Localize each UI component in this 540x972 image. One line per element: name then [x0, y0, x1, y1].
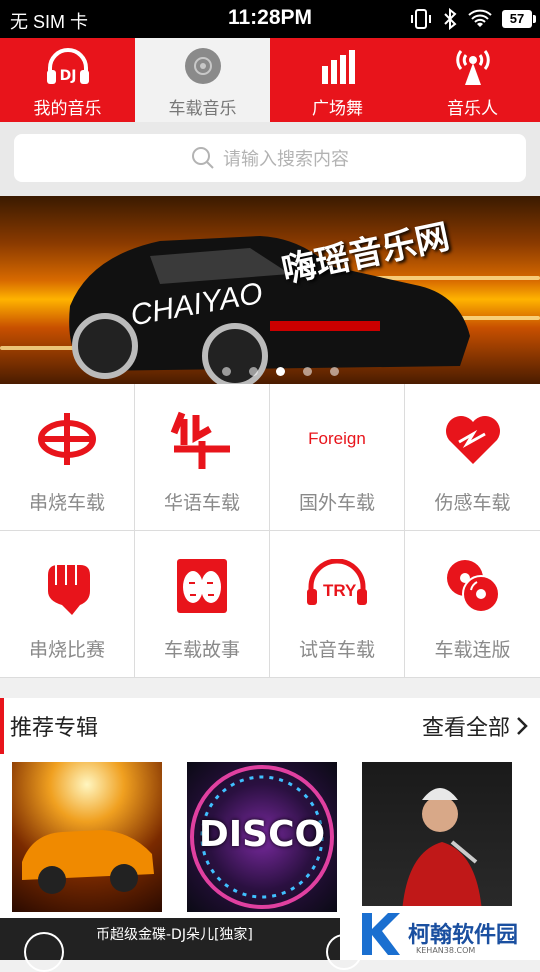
svg-text:DJ: DJ — [59, 68, 76, 84]
status-icons: 57 — [410, 6, 536, 32]
try-text: TRY — [323, 581, 357, 600]
category-grid: 串烧车载 华语车载 Foreign 国外车载 伤感车载 串烧比赛 车载故事 TR… — [0, 384, 540, 678]
tab-square-dance[interactable]: 广场舞 — [270, 38, 405, 122]
search-icon — [192, 147, 214, 169]
category-chinese[interactable]: 华语车载 — [135, 384, 270, 531]
disco-text: DISCO — [198, 814, 326, 855]
discs-icon — [428, 551, 518, 621]
carousel-dot[interactable] — [329, 367, 339, 376]
carousel-dot[interactable] — [302, 367, 312, 376]
search-area: 请输入搜索内容 — [0, 122, 540, 196]
category-contest[interactable]: 串烧比赛 — [0, 531, 135, 678]
tab-car-music[interactable]: 车载音乐 — [135, 38, 270, 122]
category-label: 车载连版 — [434, 639, 511, 661]
chinese-char-icon — [157, 404, 247, 474]
category-medley[interactable]: 串烧车载 — [0, 384, 135, 531]
fist-icon — [22, 551, 112, 621]
orange-car-image — [22, 830, 154, 894]
album-cover-car[interactable] — [12, 762, 162, 912]
medley-icon — [22, 404, 112, 474]
try-headphones-icon: TRY — [292, 551, 382, 621]
tab-label: 广场舞 — [312, 99, 363, 119]
wifi-icon — [468, 9, 492, 27]
watermark-subtext: KEHAN38.COM — [416, 946, 476, 955]
carousel-dot-active[interactable] — [275, 367, 285, 376]
category-label: 串烧车载 — [28, 492, 105, 514]
carousel-dot[interactable] — [221, 367, 231, 376]
play-button[interactable] — [326, 934, 362, 970]
mini-player[interactable]: 币超级金碟-DJ朵儿[独家] — [0, 918, 362, 972]
category-label: 国外车载 — [298, 492, 375, 514]
album-cover-singer[interactable] — [362, 762, 512, 912]
category-foreign[interactable]: Foreign 国外车载 — [270, 384, 405, 531]
broken-heart-icon — [428, 404, 518, 474]
singer-image — [402, 788, 482, 912]
disc-icon — [179, 44, 227, 88]
view-all-link[interactable]: 查看全部 — [422, 710, 528, 742]
sports-car-image — [69, 236, 470, 384]
tab-label: 车载音乐 — [168, 99, 237, 119]
bar-chart-icon — [314, 44, 362, 88]
carousel-indicator — [0, 367, 540, 376]
category-label: 华语车载 — [163, 492, 240, 514]
dj-headphones-icon: DJ — [44, 44, 92, 88]
category-sad[interactable]: 伤感车载 — [405, 384, 540, 531]
category-sound-test[interactable]: TRY 试音车载 — [270, 531, 405, 678]
tab-my-music[interactable]: DJ 我的音乐 — [0, 38, 135, 122]
status-bar: 无 SIM 卡 11:28PM 57 — [0, 0, 540, 38]
now-playing-text: 币超级金碟-DJ朵儿[独家] — [96, 927, 253, 943]
section-title: 推荐专辑 — [10, 716, 99, 741]
album-cover-disco[interactable]: DISCO — [187, 762, 337, 912]
category-continuous[interactable]: 车载连版 — [405, 531, 540, 678]
player-cover-button[interactable] — [24, 932, 64, 972]
category-label: 伤感车载 — [434, 492, 511, 514]
promo-banner[interactable]: 嗨瑶音乐网 CHAIYAO — [0, 196, 540, 384]
vibrate-icon — [411, 9, 431, 29]
search-placeholder: 请输入搜索内容 — [223, 149, 349, 170]
battery-icon: 57 — [502, 10, 536, 28]
category-label: 试音车载 — [298, 639, 375, 661]
tab-musician[interactable]: 音乐人 — [405, 38, 540, 122]
category-label: 串烧比赛 — [28, 639, 105, 661]
broadcast-tower-icon — [449, 44, 497, 88]
recommend-header: 推荐专辑 查看全部 — [0, 698, 540, 754]
category-story[interactable]: 车载故事 — [135, 531, 270, 678]
tab-label: 音乐人 — [447, 99, 498, 119]
section-accent-bar — [0, 698, 4, 754]
foreign-icon: Foreign — [308, 429, 366, 448]
watermark-text: 柯翰软件园 — [408, 923, 519, 948]
view-all-label: 查看全部 — [421, 716, 510, 741]
faces-icon — [157, 551, 247, 621]
bluetooth-icon — [444, 8, 457, 30]
tab-label: 我的音乐 — [33, 99, 102, 119]
category-label: 车载故事 — [163, 639, 240, 661]
search-input[interactable]: 请输入搜索内容 — [14, 134, 526, 182]
chevron-right-icon — [517, 717, 528, 735]
top-tabs: DJ 我的音乐 车载音乐 广场舞 音乐人 — [0, 38, 540, 122]
carousel-dot[interactable] — [248, 367, 258, 376]
watermark-logo: 柯翰软件园 KEHAN38.COM — [358, 906, 540, 960]
k-logo-icon — [362, 913, 400, 955]
